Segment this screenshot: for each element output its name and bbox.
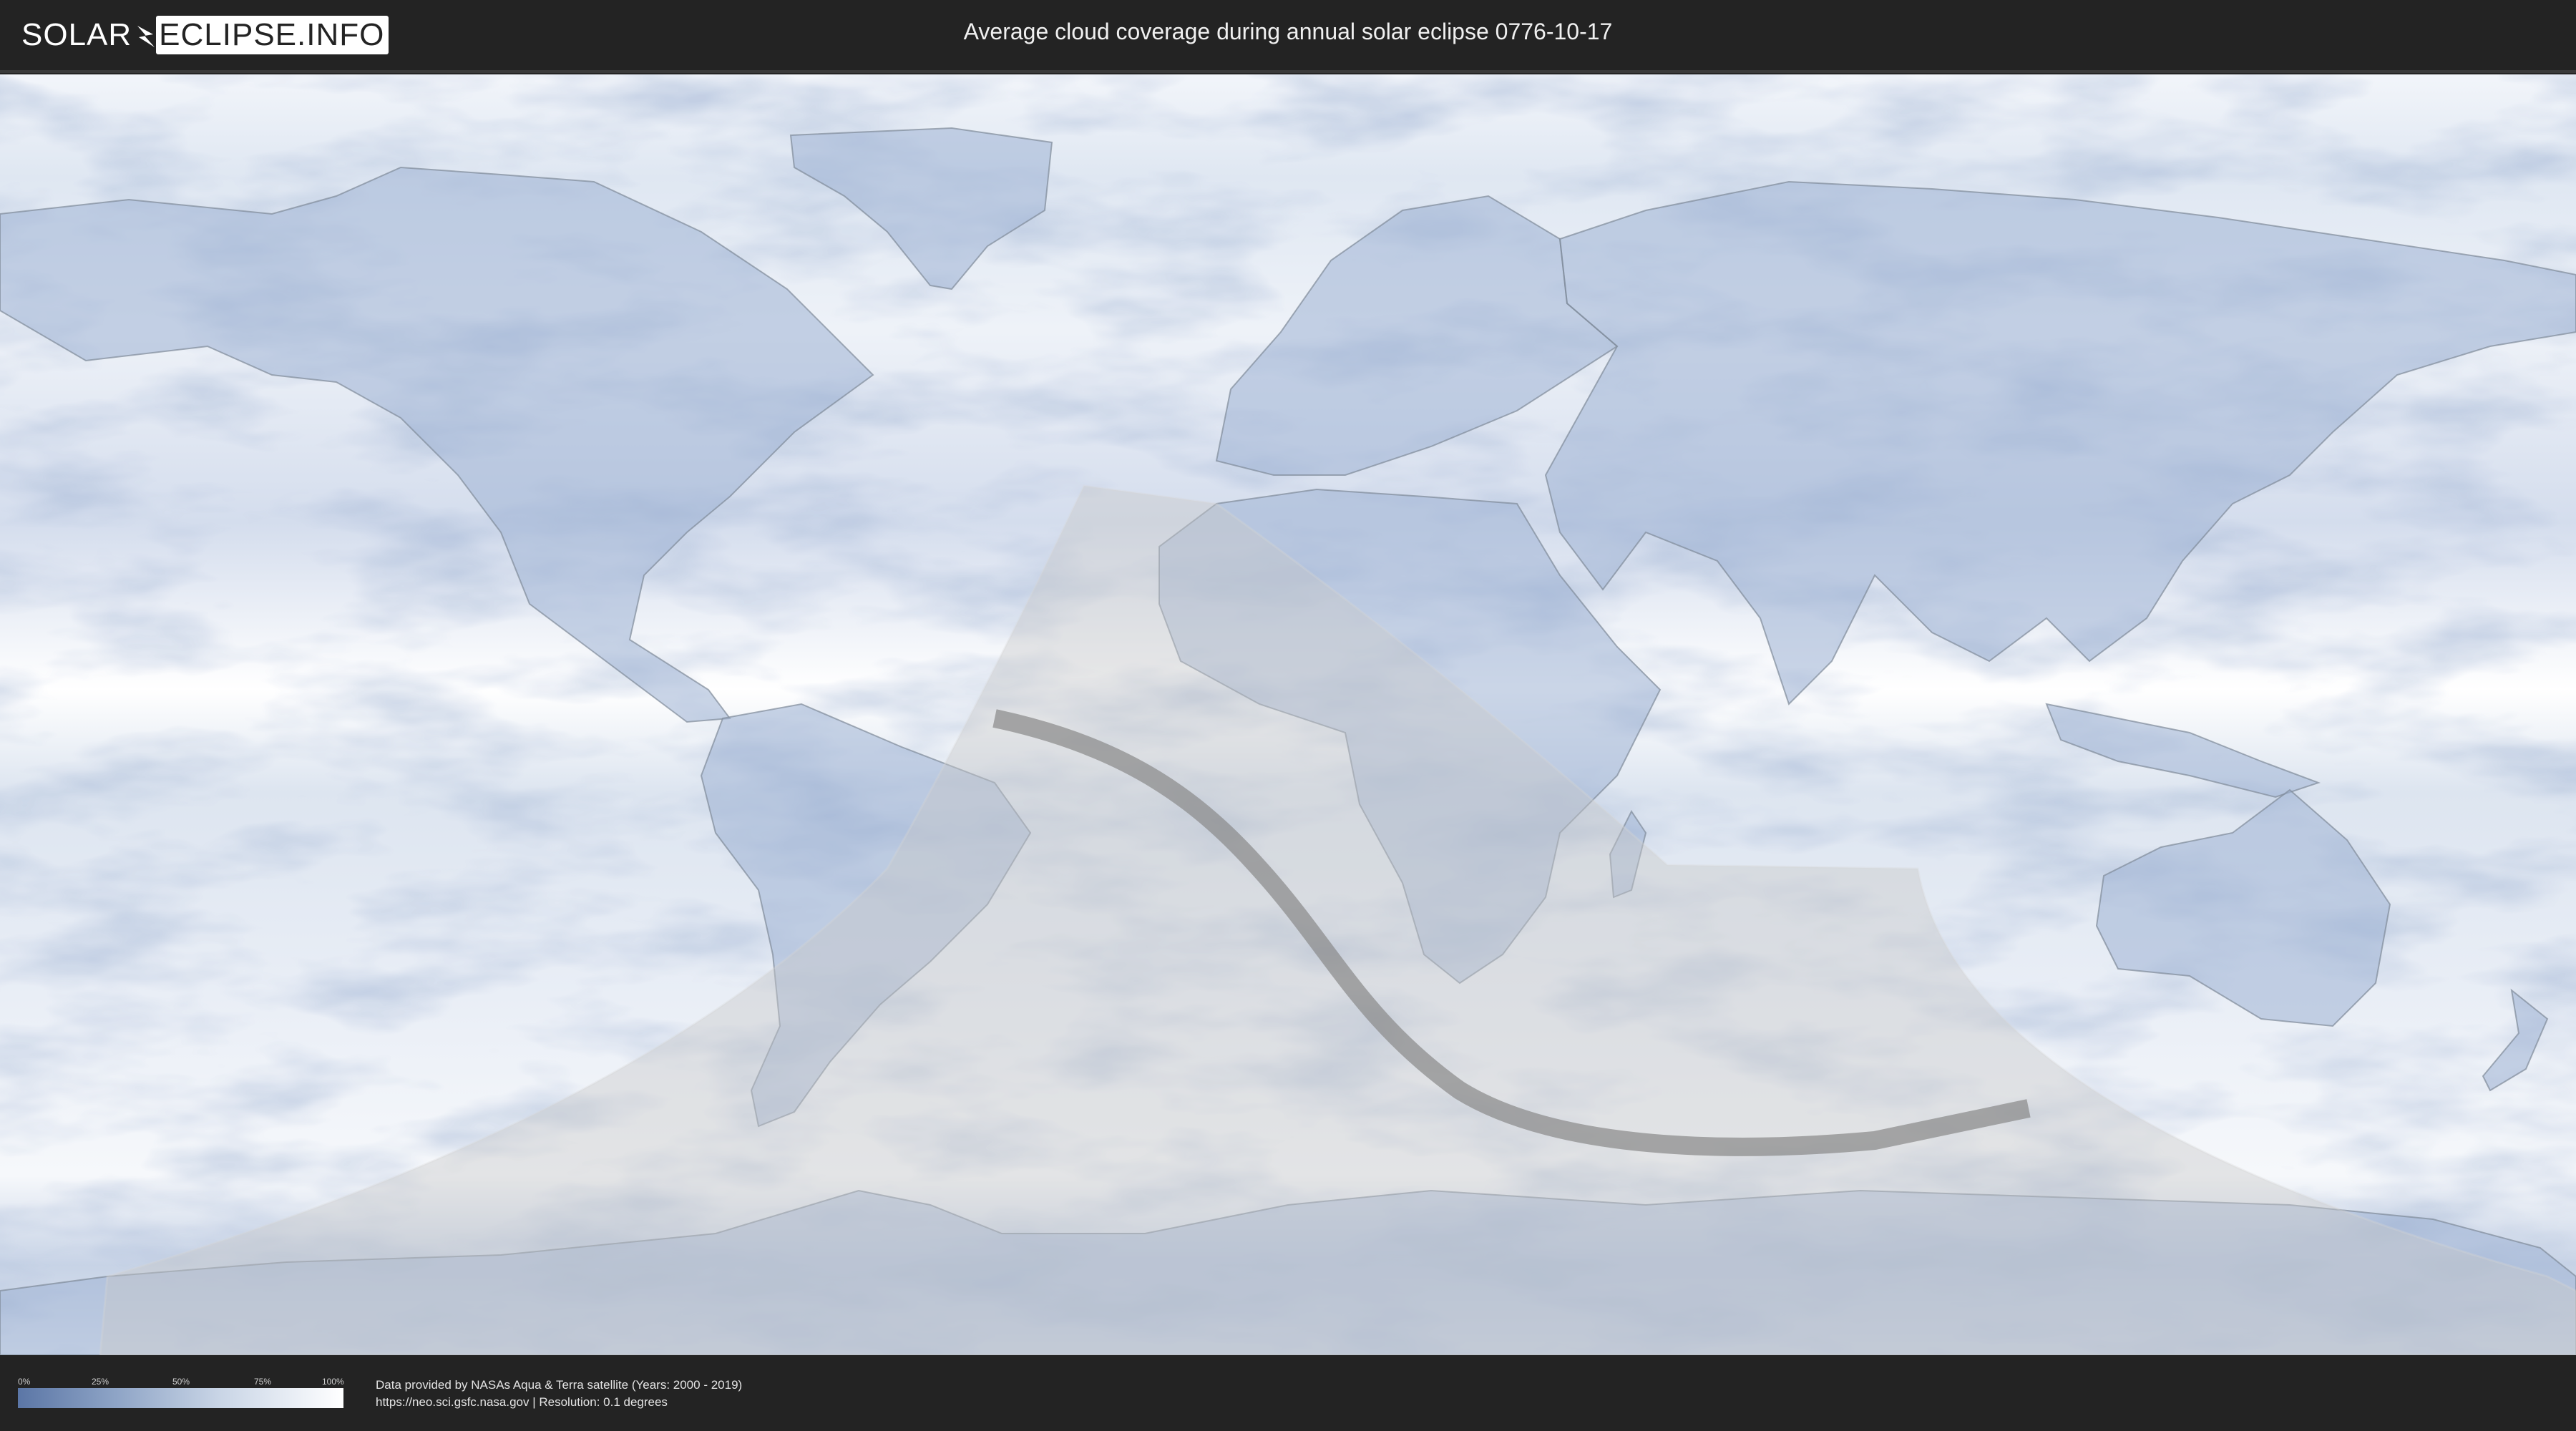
- credits-link[interactable]: https://neo.sci.gsfc.nasa.gov | Resoluti…: [376, 1394, 742, 1411]
- data-credits: Data provided by NASAs Aqua & Terra sate…: [376, 1377, 742, 1411]
- legend-tick-100: 100%: [322, 1377, 344, 1387]
- page-title: Average cloud coverage during annual sol…: [963, 19, 1613, 44]
- legend-color-bar: [18, 1388, 343, 1408]
- header-bar: SOLAR ECLIPSE.INFO Average cloud coverag…: [0, 0, 2576, 73]
- cloud-coverage-map[interactable]: [0, 74, 2576, 1355]
- legend-tick-50: 50%: [172, 1377, 190, 1387]
- footer-bar: 0% 25% 50% 75% 100% Data provided by NAS…: [0, 1357, 2576, 1431]
- credits-source: Data provided by NASAs Aqua & Terra sate…: [376, 1378, 743, 1392]
- legend-tick-0: 0%: [18, 1377, 31, 1387]
- legend-tick-75: 75%: [254, 1377, 272, 1387]
- legend-tick-25: 25%: [92, 1377, 109, 1387]
